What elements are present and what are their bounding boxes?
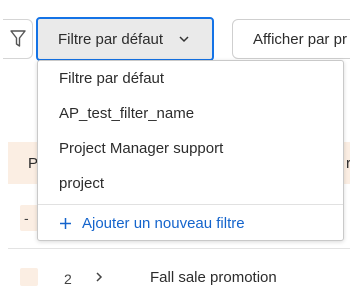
row-select-mark: - bbox=[24, 210, 29, 226]
view-by-button[interactable]: Afficher par pr bbox=[232, 19, 350, 59]
row-divider bbox=[8, 248, 350, 249]
plus-icon bbox=[60, 217, 71, 229]
funnel-icon bbox=[9, 30, 26, 47]
filter-option-pm-support[interactable]: Project Manager support bbox=[38, 131, 343, 166]
filter-option-ap-test[interactable]: AP_test_filter_name bbox=[38, 96, 343, 131]
chevron-down-icon bbox=[179, 36, 189, 43]
filter-option-label: AP_test_filter_name bbox=[59, 105, 195, 122]
dropdown-divider bbox=[38, 204, 343, 205]
filter-option-label: Project Manager support bbox=[59, 140, 224, 157]
toolbar: Filtre par défaut Afficher par pr bbox=[0, 0, 350, 62]
filter-select-value: Filtre par défaut bbox=[58, 30, 164, 48]
add-filter-label: Ajouter un nouveau filtre bbox=[82, 214, 245, 232]
table-row[interactable]: 2 Fall sale promotion bbox=[0, 260, 350, 287]
table-header-last: r bbox=[346, 155, 350, 172]
filter-option-label: Filtre par défaut bbox=[59, 70, 165, 87]
row-select-checkbox[interactable]: - bbox=[20, 205, 38, 231]
row-number: 2 bbox=[64, 271, 72, 287]
add-filter-button[interactable]: Ajouter un nouveau filtre bbox=[38, 206, 343, 240]
chevron-right-icon[interactable] bbox=[94, 271, 104, 283]
row-project-name[interactable]: Fall sale promotion bbox=[150, 269, 277, 286]
filter-option-project[interactable]: project bbox=[38, 166, 343, 201]
view-by-label: Afficher par pr bbox=[253, 30, 347, 48]
filter-select[interactable]: Filtre par défaut bbox=[36, 17, 214, 61]
filter-option-label: project bbox=[59, 175, 105, 192]
filter-toggle-button[interactable] bbox=[3, 19, 33, 59]
filter-option-default[interactable]: Filtre par défaut bbox=[38, 61, 343, 96]
row-select-checkbox[interactable] bbox=[20, 268, 38, 286]
filter-dropdown-menu: Filtre par défaut AP_test_filter_name Pr… bbox=[37, 60, 344, 241]
